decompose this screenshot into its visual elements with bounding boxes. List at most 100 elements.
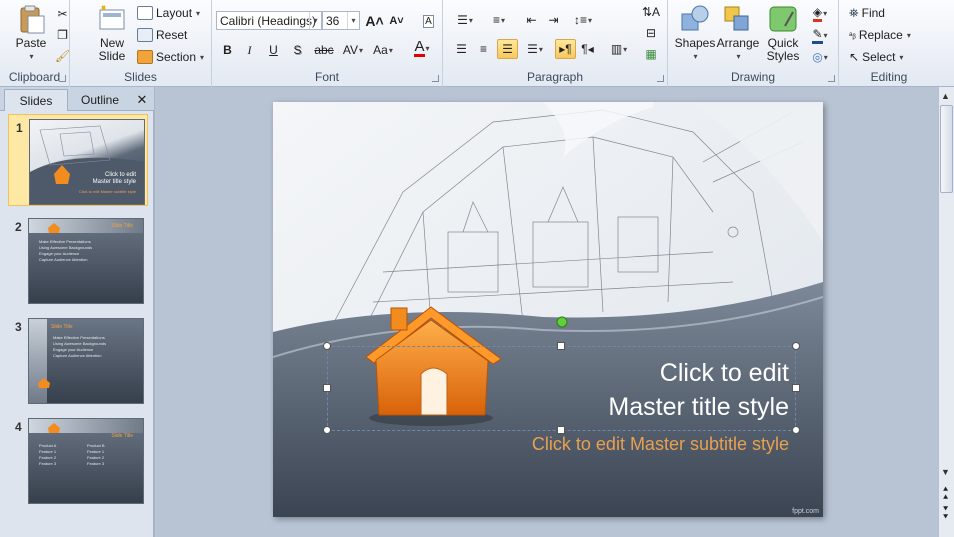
resize-handle[interactable]: [557, 426, 565, 434]
slide-thumbnail-4[interactable]: 4 Slide Title Product A Feature 1 Featur…: [8, 414, 148, 506]
font-size-combo[interactable]: 36 ▾: [322, 11, 360, 30]
resize-handle[interactable]: [792, 342, 800, 350]
clipboard-group: Paste ▾ ✂ ❐ 🖌 Clipboard: [0, 0, 70, 87]
paragraph-launcher-icon[interactable]: [657, 75, 664, 82]
columns-icon: ▥: [610, 42, 623, 56]
select-dropdown-icon: ▾: [899, 52, 904, 62]
current-slide[interactable]: Click to edit Master title style Click t…: [273, 102, 823, 517]
slide-thumbnail-1[interactable]: 1 Click to edit Master title style Click …: [8, 114, 148, 206]
layout-label: Layout: [156, 6, 193, 20]
reset-button[interactable]: Reset: [137, 26, 187, 44]
resize-handle[interactable]: [792, 384, 800, 392]
align-text-icon: ⊟: [645, 26, 657, 40]
shadow-button[interactable]: S: [287, 40, 308, 60]
section-button[interactable]: Section ▾: [137, 48, 204, 66]
scroll-up-icon[interactable]: ▲: [941, 91, 950, 101]
layout-button[interactable]: Layout ▾: [137, 4, 200, 22]
resize-handle[interactable]: [323, 384, 331, 392]
resize-handle[interactable]: [323, 342, 331, 350]
convert-smartart-button[interactable]: ▦: [639, 44, 663, 64]
line-spacing-icon: ↕≡: [573, 13, 587, 27]
line-spacing-button[interactable]: ↕≡ ▾: [569, 10, 597, 30]
align-left-icon: ☰: [456, 42, 467, 56]
replace-button[interactable]: ᵃᵦ Replace ▾: [849, 26, 911, 44]
thumb-side-strip: [29, 319, 47, 403]
change-case-label: Aa: [373, 43, 388, 57]
italic-button[interactable]: I: [239, 40, 260, 60]
slide-thumbnail-3[interactable]: 3 Slide Title Make Effective Presentatio…: [8, 314, 148, 406]
paste-icon: [20, 5, 45, 34]
binoculars-icon: ⛯: [849, 5, 859, 20]
scroll-down-icon[interactable]: ▼: [941, 467, 950, 477]
scroll-thumb[interactable]: [940, 105, 953, 193]
close-panel-icon[interactable]: ✕: [134, 89, 150, 111]
subtitle-placeholder[interactable]: Click to edit Master subtitle style: [532, 434, 789, 455]
previous-slide-icon[interactable]: ⯅ ⯅: [942, 485, 949, 502]
new-slide-button[interactable]: New Slide: [92, 4, 132, 63]
shape-fill-button[interactable]: ◈ ▾: [805, 3, 835, 23]
tab-slides[interactable]: Slides: [4, 89, 68, 111]
section-label: Section: [156, 50, 197, 64]
shrink-font-button[interactable]: A˅: [386, 11, 407, 31]
numbering-button[interactable]: ≡ ▾: [485, 10, 513, 30]
shape-outline-button[interactable]: ✎ ▾: [805, 25, 835, 45]
change-case-button[interactable]: Aa ▾: [369, 40, 397, 60]
drawing-group-label: Drawing: [730, 70, 775, 84]
thumb-subtitle: Click to edit Master subtitle style: [78, 189, 136, 194]
align-right-button[interactable]: ☰: [497, 39, 518, 59]
align-center-button[interactable]: ≡: [473, 39, 494, 59]
resize-handle[interactable]: [557, 342, 565, 350]
font-color-label: A: [414, 37, 425, 57]
decrease-indent-icon: ⇤: [526, 13, 537, 27]
decrease-indent-button[interactable]: ⇤: [521, 10, 542, 30]
font-name-combo[interactable]: Calibri (Headings) ▾: [216, 11, 322, 30]
select-button[interactable]: ↖ Select ▾: [849, 48, 903, 66]
reset-icon: [137, 28, 153, 42]
justify-button[interactable]: ☰ ▾: [521, 39, 549, 59]
font-launcher-icon[interactable]: [432, 75, 439, 82]
drawing-launcher-icon[interactable]: [828, 75, 835, 82]
underline-button[interactable]: U: [263, 40, 284, 60]
align-left-button[interactable]: ☰: [451, 39, 472, 59]
selection-frame[interactable]: [327, 346, 796, 431]
quick-styles-button[interactable]: Quick Styles: [761, 4, 805, 63]
slides-group-label: Slides: [124, 70, 157, 84]
replace-label: Replace: [858, 28, 903, 42]
clear-formatting-button[interactable]: A: [418, 11, 439, 31]
arrange-button[interactable]: Arrange ▾: [716, 4, 760, 63]
resize-handle[interactable]: [323, 426, 331, 434]
right-to-left-button[interactable]: ▸¶: [555, 39, 576, 59]
next-slide-icon[interactable]: ⯆ ⯆: [942, 505, 949, 522]
vertical-scrollbar[interactable]: ▲ ▼ ⯅ ⯅ ⯆ ⯆: [938, 87, 954, 537]
strikethrough-button[interactable]: abc: [311, 40, 337, 60]
bold-button[interactable]: B: [217, 40, 238, 60]
text-direction-button[interactable]: ⇅A: [639, 2, 663, 22]
character-spacing-button[interactable]: AV ▾: [339, 40, 367, 60]
increase-indent-button[interactable]: ⇥: [543, 10, 564, 30]
smartart-icon: ▦: [645, 47, 657, 61]
columns-button[interactable]: ▥ ▾: [605, 39, 633, 59]
columns-dropdown-icon: ▾: [623, 44, 628, 54]
left-to-right-button[interactable]: ¶◂: [577, 39, 598, 59]
clipboard-launcher-icon[interactable]: [59, 75, 66, 82]
font-color-button[interactable]: A ▾: [408, 38, 436, 58]
thumbnail-preview: Slide Title Make Effective Presentations…: [28, 318, 144, 404]
bullets-button[interactable]: ☰ ▾: [451, 10, 479, 30]
shapes-button[interactable]: Shapes ▾: [673, 4, 717, 63]
paste-dropdown-icon[interactable]: ▾: [29, 50, 33, 63]
resize-handle[interactable]: [792, 426, 800, 434]
grow-font-button[interactable]: A˄: [364, 11, 385, 31]
shape-effects-button[interactable]: ◎ ▾: [805, 47, 835, 67]
drawing-group: Shapes ▾ Arrange ▾ Quick Styles ◈ ▾ ✎ ▾ ◎ ▾…: [668, 0, 839, 87]
find-button[interactable]: ⛯ Find: [849, 4, 885, 22]
shapes-dropdown-icon: ▾: [693, 52, 698, 61]
font-name-dropdown-icon[interactable]: ▾: [309, 12, 321, 29]
thumb-col-2: Product B Feature 1 Feature 2 Feature 3: [87, 443, 105, 467]
slide-thumbnail-2[interactable]: 2 Slide Title Make Effective Presentatio…: [8, 214, 148, 306]
align-text-button[interactable]: ⊟: [639, 23, 663, 43]
font-size-dropdown-icon[interactable]: ▾: [347, 12, 359, 29]
paint-bucket-icon: ◈: [812, 5, 823, 22]
tab-outline[interactable]: Outline: [68, 89, 132, 111]
text-direction-icon: ⇅A: [641, 5, 661, 19]
paste-button[interactable]: Paste ▾: [11, 4, 51, 63]
